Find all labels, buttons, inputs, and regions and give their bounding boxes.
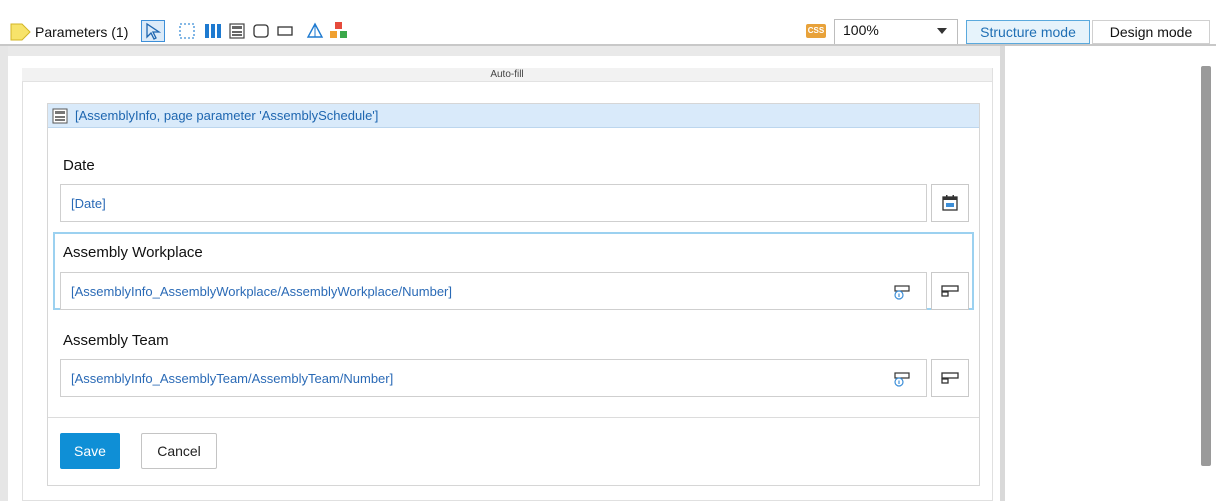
dashed-region-icon bbox=[179, 23, 195, 39]
canvas-top-edge bbox=[8, 46, 1005, 56]
chevron-down-icon bbox=[937, 28, 947, 34]
rectangle-icon bbox=[277, 26, 293, 36]
component-tool-button[interactable] bbox=[328, 20, 350, 42]
css-badge[interactable]: CSS bbox=[806, 24, 826, 38]
cancel-button[interactable]: Cancel bbox=[141, 433, 217, 469]
structure-mode-button[interactable]: Structure mode bbox=[966, 20, 1090, 44]
calendar-icon bbox=[942, 195, 958, 211]
form-header-text: [AssemblyInfo, page parameter 'AssemblyS… bbox=[75, 108, 379, 123]
select-tool-button[interactable] bbox=[141, 20, 165, 42]
lookup-info-icon[interactable] bbox=[892, 371, 912, 387]
design-mode-button[interactable]: Design mode bbox=[1092, 20, 1210, 44]
form-tool-button[interactable] bbox=[226, 20, 248, 42]
parameter-tag-icon[interactable] bbox=[10, 22, 32, 42]
zoom-value: 100% bbox=[843, 22, 879, 38]
zoom-select[interactable]: 100% bbox=[834, 19, 958, 45]
components-icon bbox=[330, 22, 347, 38]
assembly-team-lookup-button[interactable] bbox=[931, 359, 969, 397]
assembly-workplace-value: [AssemblyInfo_AssemblyWorkplace/Assembly… bbox=[71, 284, 452, 299]
triangle-shape-icon bbox=[306, 22, 324, 38]
form-divider bbox=[48, 417, 979, 418]
canvas-left-edge bbox=[0, 46, 8, 501]
assembly-team-label: Assembly Team bbox=[63, 332, 169, 349]
assembly-team-value: [AssemblyInfo_AssemblyTeam/AssemblyTeam/… bbox=[71, 371, 394, 386]
date-picker-button[interactable] bbox=[931, 184, 969, 222]
rounded-box-icon bbox=[253, 24, 269, 38]
rectangle-tool-button[interactable] bbox=[274, 20, 296, 42]
canvas-right-edge bbox=[1000, 46, 1005, 501]
save-button[interactable]: Save bbox=[60, 433, 120, 469]
date-label: Date bbox=[63, 157, 95, 174]
parameters-label[interactable]: Parameters (1) bbox=[35, 22, 128, 42]
assembly-team-input[interactable]: [AssemblyInfo_AssemblyTeam/AssemblyTeam/… bbox=[60, 359, 927, 397]
columns-tool-button[interactable] bbox=[202, 20, 224, 42]
assembly-workplace-lookup-button[interactable] bbox=[931, 272, 969, 310]
assembly-workplace-input[interactable]: [AssemblyInfo_AssemblyWorkplace/Assembly… bbox=[60, 272, 927, 310]
lookup-icon bbox=[941, 372, 959, 384]
vertical-scrollbar[interactable] bbox=[1201, 66, 1211, 466]
date-input-value: [Date] bbox=[71, 196, 106, 211]
date-input[interactable]: [Date] bbox=[60, 184, 927, 222]
toolbar: Parameters (1) CSS 100% Structure mode D… bbox=[0, 0, 1216, 45]
arrow-pointer-icon bbox=[146, 22, 162, 40]
form-icon bbox=[229, 23, 245, 39]
region-tool-button[interactable] bbox=[176, 20, 198, 42]
lookup-icon bbox=[941, 285, 959, 297]
shape-tool-button[interactable] bbox=[304, 20, 326, 42]
autofill-label: Auto-fill bbox=[22, 68, 992, 82]
form-header[interactable]: [AssemblyInfo, page parameter 'AssemblyS… bbox=[48, 104, 979, 128]
form-icon bbox=[52, 108, 68, 124]
assembly-workplace-label: Assembly Workplace bbox=[63, 244, 203, 261]
columns-icon bbox=[205, 24, 221, 38]
box-tool-button[interactable] bbox=[250, 20, 272, 42]
lookup-info-icon[interactable] bbox=[892, 284, 912, 300]
